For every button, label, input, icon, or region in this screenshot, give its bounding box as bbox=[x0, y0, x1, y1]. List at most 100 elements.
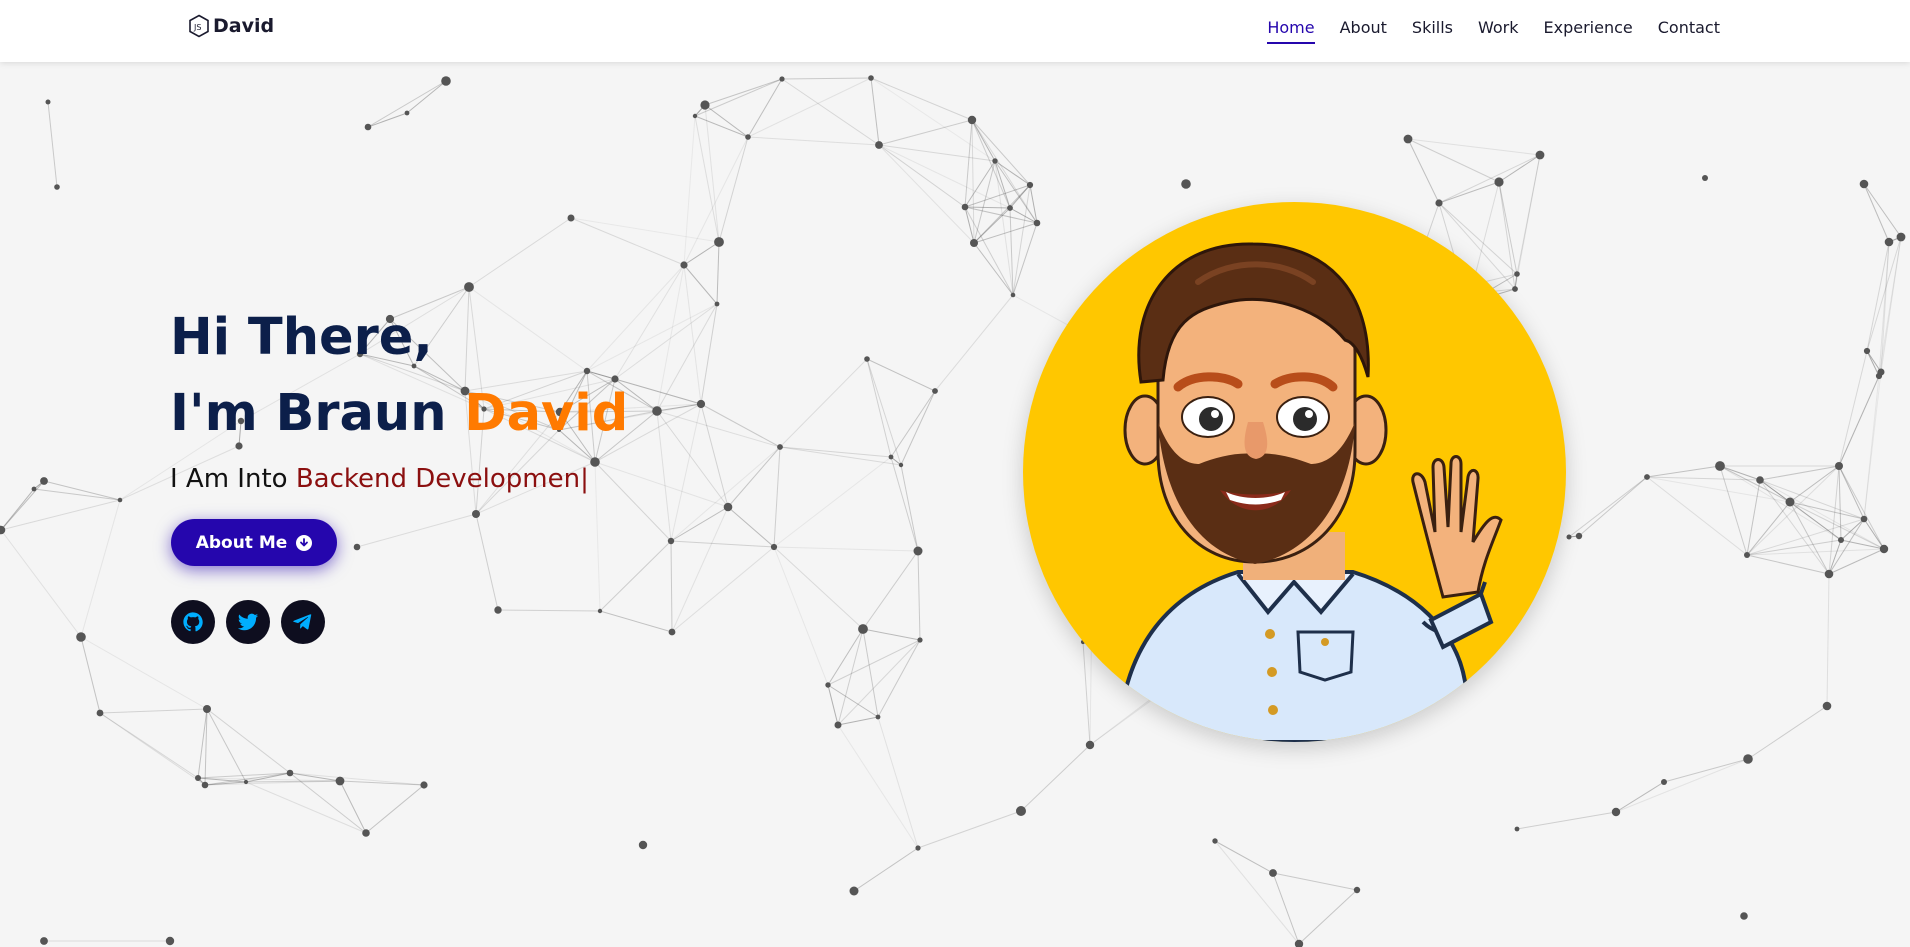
network-link bbox=[1719, 465, 1842, 541]
network-link bbox=[878, 119, 973, 146]
network-node bbox=[335, 776, 345, 786]
hero-greeting: Hi There, bbox=[170, 308, 433, 367]
network-link bbox=[853, 847, 919, 892]
network-link bbox=[747, 77, 872, 138]
network-node bbox=[932, 388, 938, 394]
network-link bbox=[1646, 476, 1791, 503]
network-link bbox=[890, 390, 936, 458]
network-link bbox=[570, 217, 685, 266]
network-link bbox=[0, 529, 82, 638]
network-node bbox=[364, 123, 372, 131]
nav-contact[interactable]: Contact bbox=[1658, 18, 1720, 44]
network-node bbox=[1085, 740, 1095, 750]
network-node bbox=[1494, 177, 1504, 187]
logo[interactable]: JS David bbox=[188, 14, 274, 38]
network-link bbox=[877, 639, 921, 718]
network-node bbox=[1033, 219, 1041, 227]
network-node bbox=[696, 399, 706, 409]
network-link bbox=[862, 628, 879, 718]
network-link bbox=[614, 303, 718, 380]
network-link bbox=[656, 410, 672, 542]
github-icon bbox=[183, 612, 203, 632]
nav-skills[interactable]: Skills bbox=[1412, 18, 1453, 44]
network-link bbox=[1646, 476, 1748, 556]
network-link bbox=[827, 684, 879, 718]
network-link bbox=[206, 708, 291, 774]
network-link bbox=[1438, 154, 1541, 204]
network-link bbox=[99, 708, 208, 714]
network-link bbox=[964, 206, 1011, 209]
twitter-link[interactable] bbox=[226, 600, 270, 644]
network-link bbox=[877, 716, 919, 849]
network-node bbox=[1535, 150, 1545, 160]
network-link bbox=[1838, 350, 1868, 467]
network-node bbox=[76, 632, 86, 642]
network-link bbox=[1826, 573, 1830, 707]
network-node bbox=[1611, 807, 1621, 817]
network-link bbox=[917, 810, 1022, 849]
network-link bbox=[671, 546, 775, 633]
network-node bbox=[1212, 838, 1218, 844]
network-link bbox=[1009, 207, 1038, 224]
network-node bbox=[917, 637, 923, 643]
network-node bbox=[597, 608, 603, 614]
network-node bbox=[195, 775, 201, 781]
network-node bbox=[96, 709, 104, 717]
network-node bbox=[692, 113, 698, 119]
network-link bbox=[1866, 236, 1902, 352]
nav-work[interactable]: Work bbox=[1478, 18, 1519, 44]
nav-about[interactable]: About bbox=[1340, 18, 1387, 44]
network-link bbox=[727, 446, 781, 508]
network-node bbox=[967, 115, 977, 125]
network-link bbox=[773, 546, 919, 552]
network-link bbox=[1863, 371, 1882, 520]
network-node bbox=[404, 110, 410, 116]
nav-home[interactable]: Home bbox=[1267, 18, 1315, 44]
network-link bbox=[1514, 154, 1541, 290]
network-link bbox=[497, 609, 601, 612]
network-link bbox=[0, 480, 45, 531]
about-me-button[interactable]: About Me bbox=[171, 519, 337, 566]
network-link bbox=[339, 780, 367, 834]
network-link bbox=[917, 550, 921, 641]
network-node bbox=[714, 301, 720, 307]
nav-experience[interactable]: Experience bbox=[1544, 18, 1633, 44]
network-link bbox=[870, 77, 996, 162]
network-link bbox=[656, 410, 729, 508]
network-link bbox=[716, 241, 720, 305]
network-link bbox=[837, 628, 864, 726]
network-link bbox=[670, 540, 775, 548]
network-node bbox=[567, 214, 575, 222]
network-link bbox=[779, 358, 868, 448]
network-link bbox=[747, 136, 880, 146]
network-node bbox=[45, 99, 51, 105]
network-link bbox=[1272, 872, 1358, 891]
network-node bbox=[31, 486, 37, 492]
network-link bbox=[289, 772, 425, 786]
svg-text:JS: JS bbox=[193, 23, 201, 32]
network-node bbox=[464, 282, 474, 292]
typed-line: I Am Into Backend Developmen| bbox=[170, 464, 628, 494]
network-link bbox=[900, 464, 919, 552]
network-node bbox=[1514, 826, 1520, 832]
network-node bbox=[825, 682, 831, 688]
typed-text: Backend Developmen| bbox=[295, 464, 589, 494]
network-link bbox=[704, 78, 783, 106]
network-node bbox=[714, 237, 724, 247]
network-node bbox=[201, 781, 209, 789]
network-node bbox=[915, 845, 921, 851]
network-link bbox=[1407, 138, 1541, 156]
network-node bbox=[353, 543, 361, 551]
network-link bbox=[773, 546, 864, 630]
telegram-link[interactable] bbox=[281, 600, 325, 644]
hero-text: Hi There, I'm Braun David I Am Into Back… bbox=[170, 300, 628, 494]
network-node bbox=[864, 356, 870, 362]
network-link bbox=[468, 217, 572, 288]
network-node bbox=[117, 497, 123, 503]
network-link bbox=[781, 78, 880, 146]
network-node bbox=[875, 714, 881, 720]
network-link bbox=[365, 784, 425, 834]
network-node bbox=[1824, 569, 1834, 579]
github-link[interactable] bbox=[171, 600, 215, 644]
network-node bbox=[1859, 179, 1869, 189]
